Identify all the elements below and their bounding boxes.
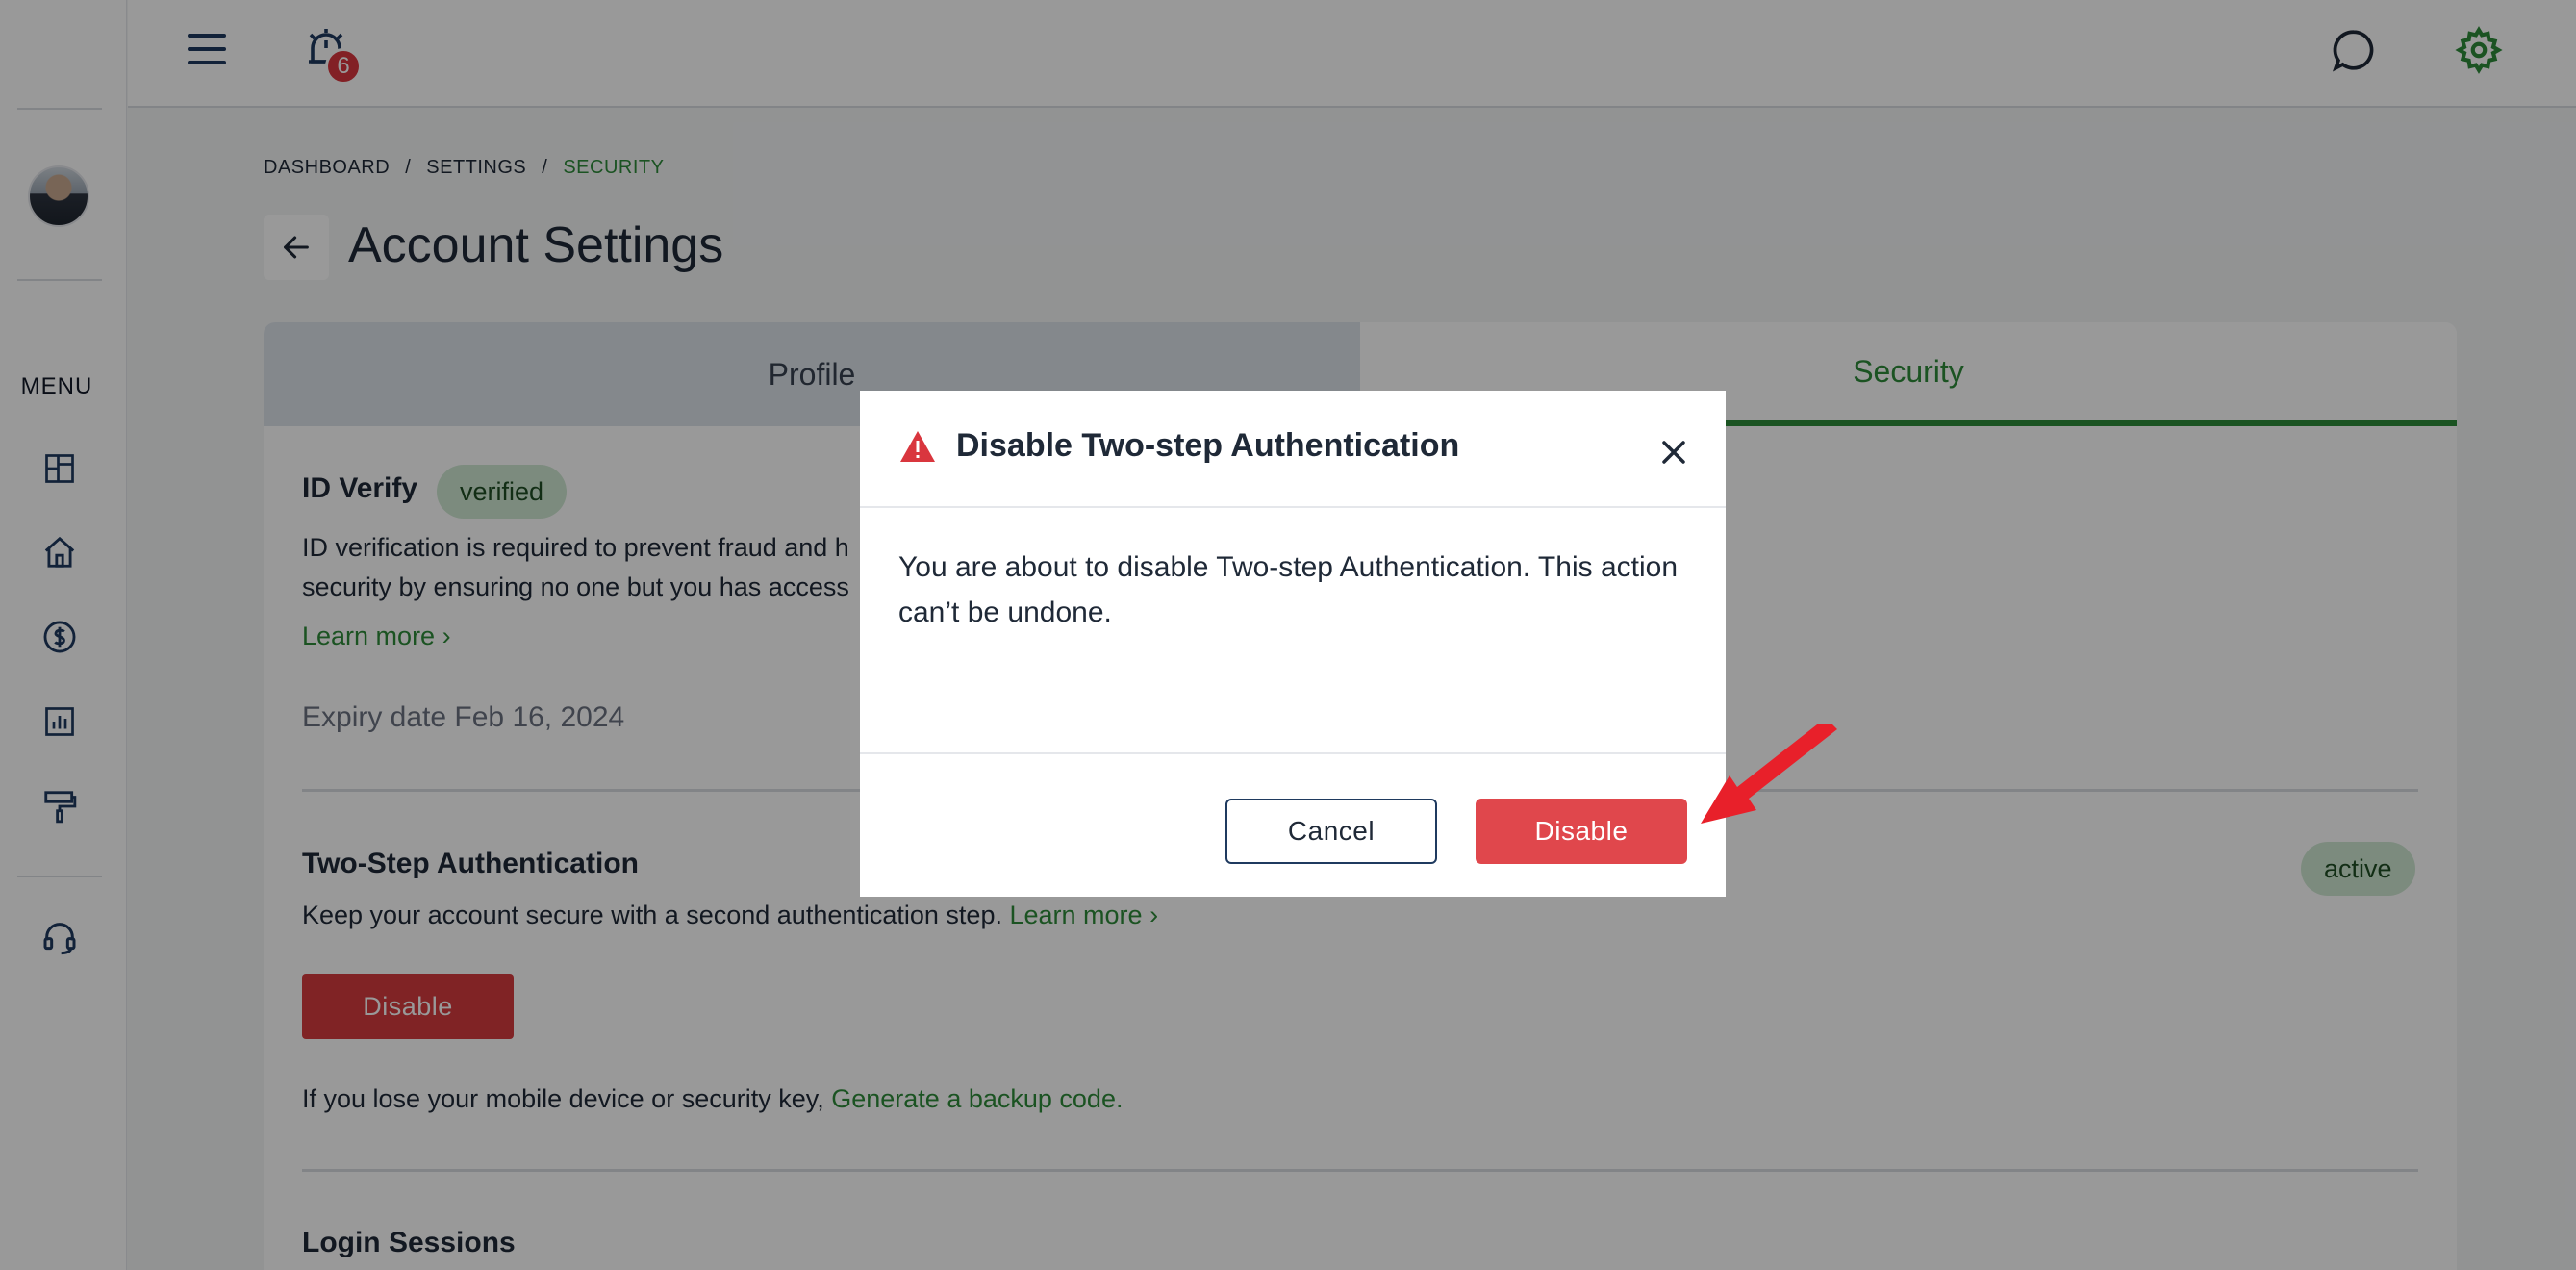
dialog-message: You are about to disable Two-step Authen… bbox=[898, 551, 1678, 628]
annotation-arrow-icon bbox=[1701, 724, 1837, 824]
confirm-dialog: Disable Two-step Authentication You are … bbox=[860, 391, 1726, 897]
confirm-disable-button[interactable]: Disable bbox=[1476, 799, 1687, 864]
dialog-footer: Cancel Disable bbox=[860, 752, 1726, 897]
dialog-title: Disable Two-step Authentication bbox=[956, 427, 1460, 464]
close-icon[interactable] bbox=[1654, 433, 1693, 471]
cancel-button[interactable]: Cancel bbox=[1225, 799, 1437, 864]
warning-icon bbox=[898, 429, 937, 469]
dialog-header: Disable Two-step Authentication bbox=[860, 391, 1726, 508]
